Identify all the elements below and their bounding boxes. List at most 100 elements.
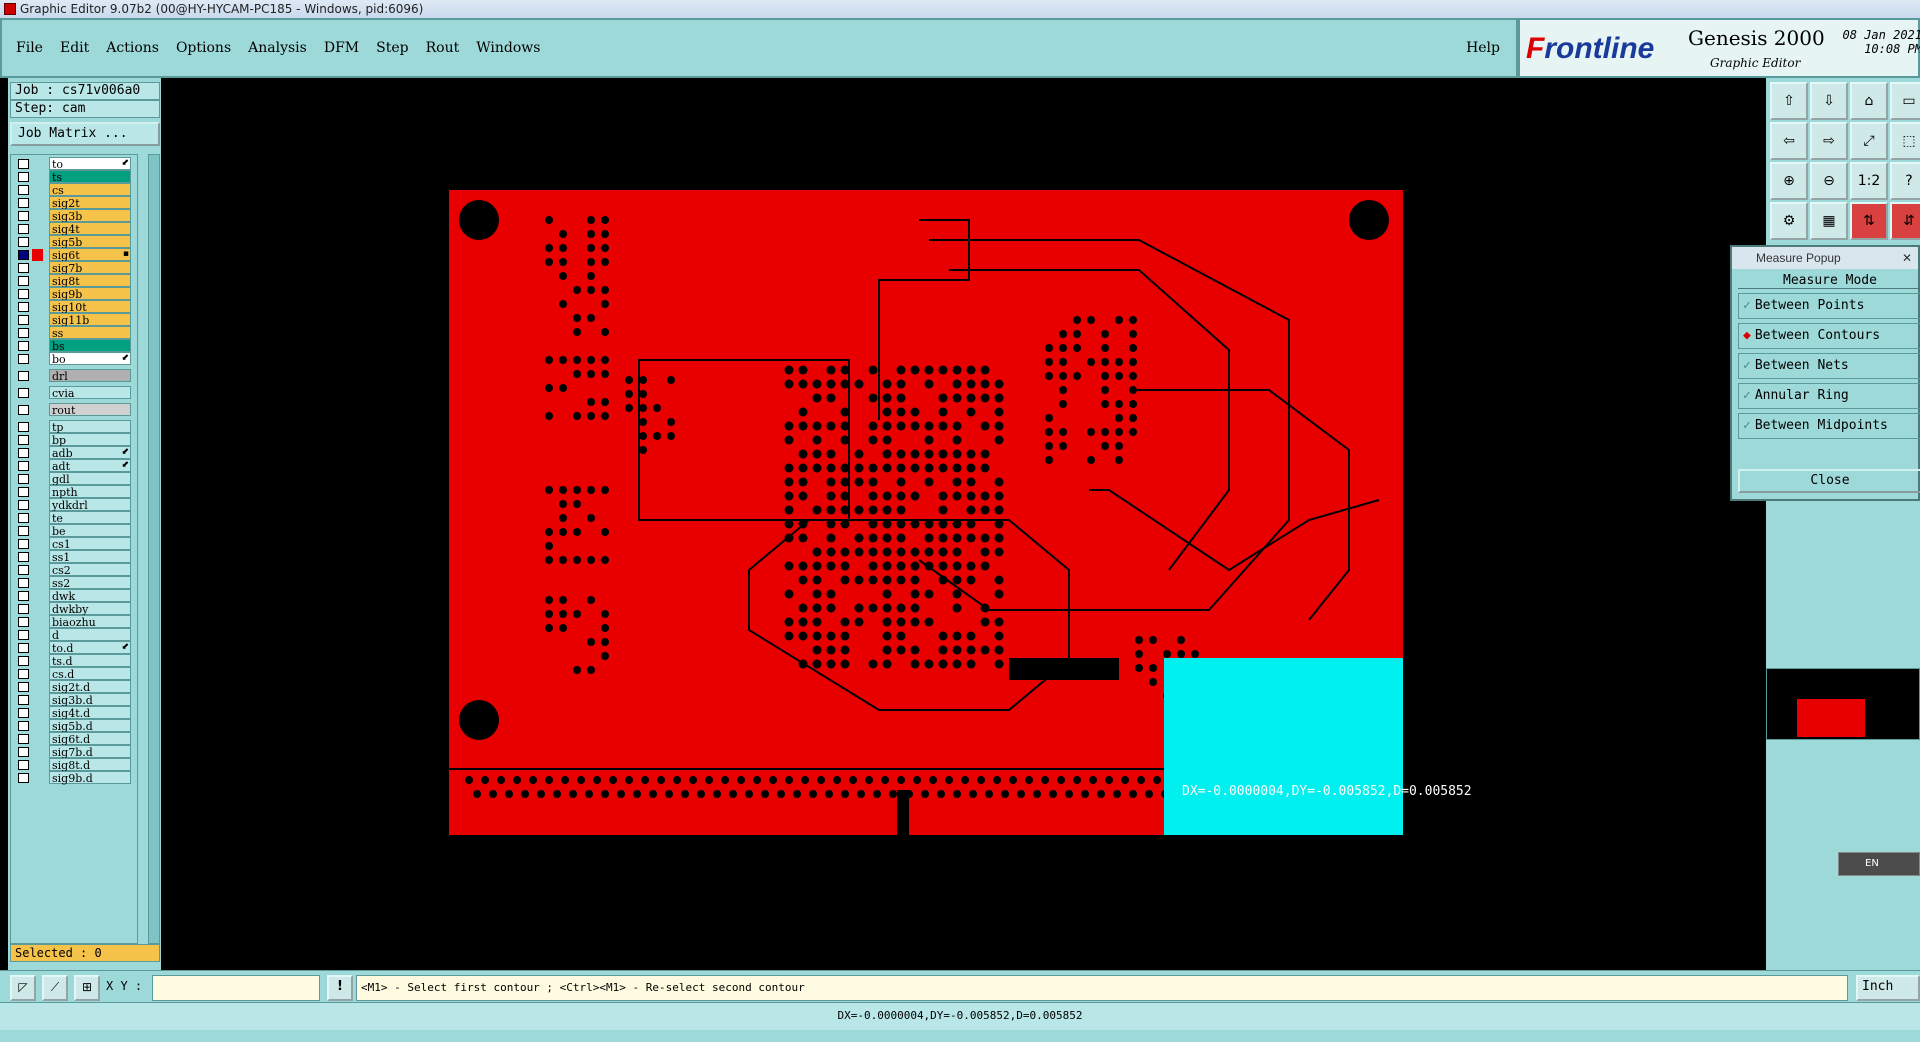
layer-name[interactable]: adt [49,459,131,473]
layer-checkbox[interactable] [18,669,29,679]
pan-left-icon[interactable]: ⇦ [1770,122,1808,160]
layer-name[interactable]: sig9b.d [49,771,131,785]
layer-checkbox[interactable] [18,263,29,273]
layer-checkbox[interactable] [18,734,29,744]
layer-checkbox[interactable] [18,539,29,549]
page-up-icon[interactable]: ⇧ [1770,82,1808,120]
layer-name[interactable]: ss [49,326,131,340]
layer-checkbox[interactable] [18,487,29,497]
home-icon[interactable]: ⌂ [1850,82,1888,120]
layer-row[interactable]: sig9b.d [11,771,137,785]
layer-name[interactable]: sig4t [49,222,131,236]
layer-row[interactable]: d [11,628,137,642]
layer-checkbox[interactable] [18,388,29,398]
zoom-area-icon[interactable]: ⬚ [1890,122,1920,160]
layer-checkbox[interactable] [18,224,29,234]
layer-checkbox[interactable] [18,773,29,783]
layer-checkbox[interactable] [18,643,29,653]
layer-checkbox[interactable] [18,461,29,471]
measure-option[interactable]: ✓ Between Nets [1738,353,1920,379]
layer-row[interactable]: ydkdrl [11,498,137,512]
minimap[interactable] [1766,668,1920,740]
layer-name[interactable]: te [49,511,131,525]
snap-icon[interactable]: ⚙ [1770,202,1808,240]
layer-row[interactable]: sig6t ▪ [11,248,137,262]
layer-row[interactable]: bp [11,433,137,447]
layer-row[interactable]: gdl [11,472,137,486]
layer-name[interactable]: sig7b.d [49,745,131,759]
window-icon[interactable]: ▭ [1890,82,1920,120]
layer-checkbox[interactable] [18,159,29,169]
layer-row[interactable]: sig4t [11,222,137,236]
close-icon[interactable]: ✕ [1902,247,1912,269]
layer-name[interactable]: cs2 [49,563,131,577]
layer-name[interactable]: sig6t [49,248,131,262]
layer-name[interactable]: sig2t [49,196,131,210]
measure-option[interactable]: ✓ Annular Ring [1738,383,1920,409]
layer-name[interactable]: sig4t.d [49,706,131,720]
layer-row[interactable]: dwkby [11,602,137,616]
layer-checkbox[interactable] [18,708,29,718]
layer-name[interactable]: sig9b [49,287,131,301]
help-icon[interactable]: ? [1890,162,1920,200]
layer-name[interactable]: cs [49,183,131,197]
layer-name[interactable]: sig10t [49,300,131,314]
layer-name[interactable]: dwk [49,589,131,603]
layer-row[interactable]: cvia [11,386,137,400]
layer-row[interactable]: sig9b [11,287,137,301]
layer-checkbox[interactable] [18,526,29,536]
menu-windows[interactable]: Windows [476,40,540,56]
layer-row[interactable]: sig5b.d [11,719,137,733]
layer-compare-icon[interactable]: ⇵ [1890,202,1920,240]
layer-name[interactable]: biaozhu [49,615,131,629]
select-icon[interactable]: ◸ [10,975,36,1001]
layer-checkbox[interactable] [18,250,29,260]
layer-name[interactable]: sig8t [49,274,131,288]
layer-row[interactable]: sig4t.d [11,706,137,720]
layer-name[interactable]: ydkdrl [49,498,131,512]
zoom-out-icon[interactable]: ⊖ [1810,162,1848,200]
layer-row[interactable]: sig7b [11,261,137,275]
layer-name[interactable]: ts [49,170,131,184]
layer-checkbox[interactable] [18,354,29,364]
layer-row[interactable]: ts [11,170,137,184]
layer-row[interactable]: sig10t [11,300,137,314]
layer-row[interactable]: cs.d [11,667,137,681]
menu-options[interactable]: Options [176,40,231,56]
measure-option[interactable]: ✓ Between Points [1738,293,1920,319]
layer-row[interactable]: ts.d [11,654,137,668]
menu-edit[interactable]: Edit [60,40,89,56]
menu-actions[interactable]: Actions [106,40,159,56]
layer-name[interactable]: ss2 [49,576,131,590]
layer-row[interactable]: sig3b.d [11,693,137,707]
layer-name[interactable]: to [49,157,131,171]
language-bar[interactable]: EN [1838,852,1920,876]
layer-checkbox[interactable] [18,237,29,247]
layer-name[interactable]: drl [49,369,131,383]
layer-checkbox[interactable] [18,552,29,562]
layer-name[interactable]: sig3b [49,209,131,223]
measure-icon[interactable]: ⟋ [42,975,68,1001]
layer-name[interactable]: cvia [49,386,131,400]
layer-checkbox[interactable] [18,328,29,338]
layer-name[interactable]: gdl [49,472,131,486]
layer-name[interactable]: adb [49,446,131,460]
layer-row[interactable]: bo ⬋ [11,352,137,366]
layer-name[interactable]: bp [49,433,131,447]
layer-name[interactable]: sig7b [49,261,131,275]
layer-checkbox[interactable] [18,371,29,381]
layer-checkbox[interactable] [18,747,29,757]
layer-row[interactable]: tp [11,420,137,434]
units-select[interactable]: Inch [1856,975,1920,1001]
layer-name[interactable]: sig8t.d [49,758,131,772]
layer-checkbox[interactable] [18,617,29,627]
layer-name[interactable]: sig2t.d [49,680,131,694]
menu-help[interactable]: Help [1466,40,1500,56]
layer-list-scrollbar[interactable] [148,154,160,944]
layer-checkbox[interactable] [18,682,29,692]
layer-row[interactable]: ss2 [11,576,137,590]
layer-row[interactable]: cs2 [11,563,137,577]
grid-snap-icon[interactable]: ⊞ [74,975,100,1001]
pan-right-icon[interactable]: ⇨ [1810,122,1848,160]
layer-checkbox[interactable] [18,435,29,445]
